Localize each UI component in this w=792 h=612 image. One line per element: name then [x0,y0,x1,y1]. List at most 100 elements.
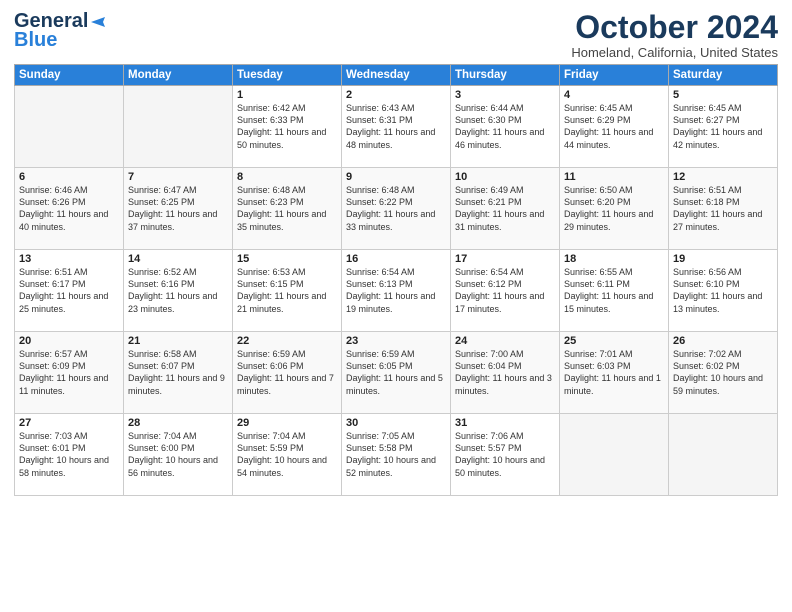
cell-content: Sunrise: 6:51 AM Sunset: 6:18 PM Dayligh… [673,184,773,233]
day-number: 5 [673,89,773,101]
calendar-cell: 23Sunrise: 6:59 AM Sunset: 6:05 PM Dayli… [342,332,451,414]
day-number: 3 [455,89,555,101]
day-number: 17 [455,253,555,265]
calendar-cell: 11Sunrise: 6:50 AM Sunset: 6:20 PM Dayli… [560,168,669,250]
day-number: 19 [673,253,773,265]
calendar-cell: 7Sunrise: 6:47 AM Sunset: 6:25 PM Daylig… [124,168,233,250]
day-number: 15 [237,253,337,265]
cell-content: Sunrise: 7:04 AM Sunset: 5:59 PM Dayligh… [237,430,337,479]
calendar-cell: 24Sunrise: 7:00 AM Sunset: 6:04 PM Dayli… [451,332,560,414]
cell-content: Sunrise: 7:03 AM Sunset: 6:01 PM Dayligh… [19,430,119,479]
cell-content: Sunrise: 6:49 AM Sunset: 6:21 PM Dayligh… [455,184,555,233]
day-number: 30 [346,417,446,429]
day-header-sunday: Sunday [15,65,124,86]
cell-content: Sunrise: 7:05 AM Sunset: 5:58 PM Dayligh… [346,430,446,479]
calendar-cell: 15Sunrise: 6:53 AM Sunset: 6:15 PM Dayli… [233,250,342,332]
calendar-cell: 8Sunrise: 6:48 AM Sunset: 6:23 PM Daylig… [233,168,342,250]
calendar-week-3: 13Sunrise: 6:51 AM Sunset: 6:17 PM Dayli… [15,250,778,332]
calendar: SundayMondayTuesdayWednesdayThursdayFrid… [14,64,778,496]
calendar-cell: 12Sunrise: 6:51 AM Sunset: 6:18 PM Dayli… [669,168,778,250]
cell-content: Sunrise: 6:44 AM Sunset: 6:30 PM Dayligh… [455,102,555,151]
cell-content: Sunrise: 7:00 AM Sunset: 6:04 PM Dayligh… [455,348,555,397]
cell-content: Sunrise: 6:45 AM Sunset: 6:27 PM Dayligh… [673,102,773,151]
location: Homeland, California, United States [571,45,778,60]
day-number: 11 [564,171,664,183]
calendar-cell: 9Sunrise: 6:48 AM Sunset: 6:22 PM Daylig… [342,168,451,250]
calendar-cell: 6Sunrise: 6:46 AM Sunset: 6:26 PM Daylig… [15,168,124,250]
cell-content: Sunrise: 6:43 AM Sunset: 6:31 PM Dayligh… [346,102,446,151]
day-header-monday: Monday [124,65,233,86]
day-number: 29 [237,417,337,429]
cell-content: Sunrise: 6:54 AM Sunset: 6:12 PM Dayligh… [455,266,555,315]
day-number: 4 [564,89,664,101]
calendar-cell: 14Sunrise: 6:52 AM Sunset: 6:16 PM Dayli… [124,250,233,332]
day-number: 6 [19,171,119,183]
calendar-cell: 3Sunrise: 6:44 AM Sunset: 6:30 PM Daylig… [451,86,560,168]
calendar-week-2: 6Sunrise: 6:46 AM Sunset: 6:26 PM Daylig… [15,168,778,250]
day-number: 1 [237,89,337,101]
day-header-saturday: Saturday [669,65,778,86]
cell-content: Sunrise: 7:04 AM Sunset: 6:00 PM Dayligh… [128,430,228,479]
cell-content: Sunrise: 6:57 AM Sunset: 6:09 PM Dayligh… [19,348,119,397]
day-number: 16 [346,253,446,265]
day-number: 13 [19,253,119,265]
day-number: 12 [673,171,773,183]
calendar-cell: 10Sunrise: 6:49 AM Sunset: 6:21 PM Dayli… [451,168,560,250]
cell-content: Sunrise: 7:01 AM Sunset: 6:03 PM Dayligh… [564,348,664,397]
calendar-cell: 22Sunrise: 6:59 AM Sunset: 6:06 PM Dayli… [233,332,342,414]
cell-content: Sunrise: 7:06 AM Sunset: 5:57 PM Dayligh… [455,430,555,479]
day-number: 20 [19,335,119,347]
calendar-cell: 27Sunrise: 7:03 AM Sunset: 6:01 PM Dayli… [15,414,124,496]
day-header-tuesday: Tuesday [233,65,342,86]
calendar-cell: 17Sunrise: 6:54 AM Sunset: 6:12 PM Dayli… [451,250,560,332]
cell-content: Sunrise: 6:46 AM Sunset: 6:26 PM Dayligh… [19,184,119,233]
cell-content: Sunrise: 6:48 AM Sunset: 6:22 PM Dayligh… [346,184,446,233]
calendar-cell: 28Sunrise: 7:04 AM Sunset: 6:00 PM Dayli… [124,414,233,496]
day-number: 2 [346,89,446,101]
day-number: 22 [237,335,337,347]
calendar-cell: 4Sunrise: 6:45 AM Sunset: 6:29 PM Daylig… [560,86,669,168]
day-number: 8 [237,171,337,183]
cell-content: Sunrise: 6:52 AM Sunset: 6:16 PM Dayligh… [128,266,228,315]
day-number: 21 [128,335,228,347]
calendar-cell: 18Sunrise: 6:55 AM Sunset: 6:11 PM Dayli… [560,250,669,332]
cell-content: Sunrise: 6:48 AM Sunset: 6:23 PM Dayligh… [237,184,337,233]
header: General Blue October 2024 Homeland, Cali… [14,10,778,60]
calendar-week-4: 20Sunrise: 6:57 AM Sunset: 6:09 PM Dayli… [15,332,778,414]
calendar-cell: 25Sunrise: 7:01 AM Sunset: 6:03 PM Dayli… [560,332,669,414]
calendar-cell: 30Sunrise: 7:05 AM Sunset: 5:58 PM Dayli… [342,414,451,496]
day-number: 18 [564,253,664,265]
cell-content: Sunrise: 6:55 AM Sunset: 6:11 PM Dayligh… [564,266,664,315]
calendar-week-1: 1Sunrise: 6:42 AM Sunset: 6:33 PM Daylig… [15,86,778,168]
cell-content: Sunrise: 6:59 AM Sunset: 6:06 PM Dayligh… [237,348,337,397]
calendar-cell: 21Sunrise: 6:58 AM Sunset: 6:07 PM Dayli… [124,332,233,414]
day-number: 26 [673,335,773,347]
day-number: 27 [19,417,119,429]
calendar-cell: 29Sunrise: 7:04 AM Sunset: 5:59 PM Dayli… [233,414,342,496]
day-header-friday: Friday [560,65,669,86]
logo: General Blue [14,10,107,52]
day-number: 24 [455,335,555,347]
cell-content: Sunrise: 6:54 AM Sunset: 6:13 PM Dayligh… [346,266,446,315]
calendar-cell [669,414,778,496]
day-number: 7 [128,171,228,183]
calendar-cell [560,414,669,496]
day-number: 25 [564,335,664,347]
calendar-cell [15,86,124,168]
calendar-header-row: SundayMondayTuesdayWednesdayThursdayFrid… [15,65,778,86]
cell-content: Sunrise: 6:58 AM Sunset: 6:07 PM Dayligh… [128,348,228,397]
cell-content: Sunrise: 6:47 AM Sunset: 6:25 PM Dayligh… [128,184,228,233]
cell-content: Sunrise: 6:51 AM Sunset: 6:17 PM Dayligh… [19,266,119,315]
calendar-cell [124,86,233,168]
title-block: October 2024 Homeland, California, Unite… [571,10,778,60]
cell-content: Sunrise: 6:42 AM Sunset: 6:33 PM Dayligh… [237,102,337,151]
day-number: 14 [128,253,228,265]
cell-content: Sunrise: 6:45 AM Sunset: 6:29 PM Dayligh… [564,102,664,151]
cell-content: Sunrise: 7:02 AM Sunset: 6:02 PM Dayligh… [673,348,773,397]
cell-content: Sunrise: 6:59 AM Sunset: 6:05 PM Dayligh… [346,348,446,397]
calendar-week-5: 27Sunrise: 7:03 AM Sunset: 6:01 PM Dayli… [15,414,778,496]
calendar-cell: 31Sunrise: 7:06 AM Sunset: 5:57 PM Dayli… [451,414,560,496]
calendar-cell: 26Sunrise: 7:02 AM Sunset: 6:02 PM Dayli… [669,332,778,414]
day-header-wednesday: Wednesday [342,65,451,86]
day-number: 23 [346,335,446,347]
